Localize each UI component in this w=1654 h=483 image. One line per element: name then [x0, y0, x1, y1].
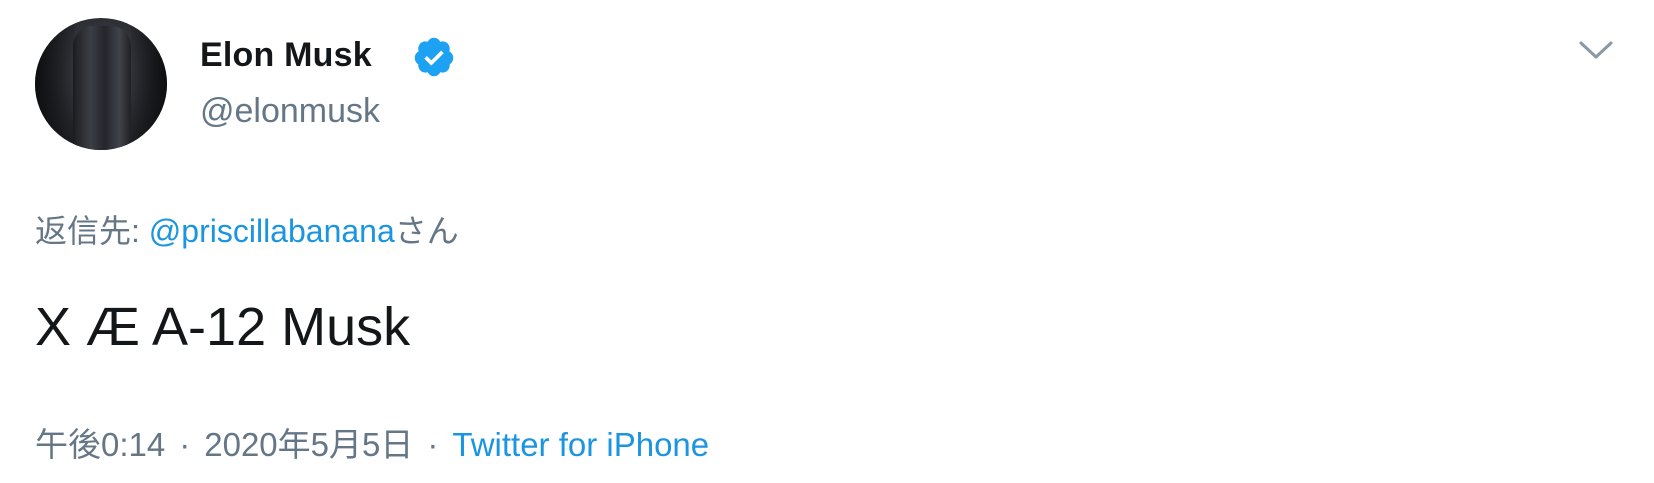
reply-mention-link[interactable]: @priscillabanana — [149, 213, 395, 249]
avatar-shade-left — [35, 18, 75, 150]
reply-prefix: 返信先: — [35, 213, 149, 249]
verified-badge-icon — [414, 37, 454, 77]
reply-context: 返信先: @priscillabananaさん — [35, 206, 459, 252]
avatar-figure — [73, 26, 131, 150]
tweet-source-link[interactable]: Twitter for iPhone — [452, 426, 709, 463]
author-handle[interactable]: @elonmusk — [200, 92, 380, 131]
tweet-card: Elon Musk @elonmusk 返信先: @priscillabanan… — [0, 0, 1654, 483]
tweet-date[interactable]: 2020年5月5日 — [204, 426, 413, 463]
avatar[interactable] — [35, 18, 167, 150]
meta-separator: · — [427, 426, 439, 463]
meta-separator: · — [179, 426, 191, 463]
tweet-text: X Æ A-12 Musk — [35, 297, 411, 357]
author-name[interactable]: Elon Musk — [200, 36, 372, 75]
chevron-down-icon[interactable] — [1578, 38, 1614, 62]
tweet-time[interactable]: 午後0:14 — [35, 426, 165, 463]
reply-suffix: さん — [394, 213, 459, 249]
avatar-shade-right — [131, 18, 167, 150]
tweet-meta: 午後0:14 · 2020年5月5日 · Twitter for iPhone — [35, 418, 709, 466]
